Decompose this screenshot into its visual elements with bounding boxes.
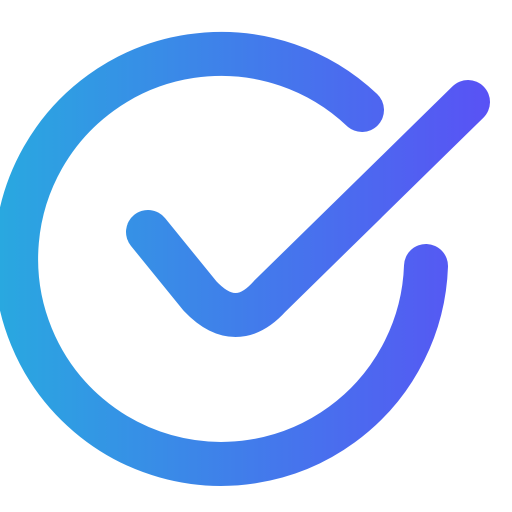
icon-canvas	[0, 0, 512, 512]
check-circle-icon	[0, 31, 490, 486]
circle-ring	[0, 31, 448, 486]
